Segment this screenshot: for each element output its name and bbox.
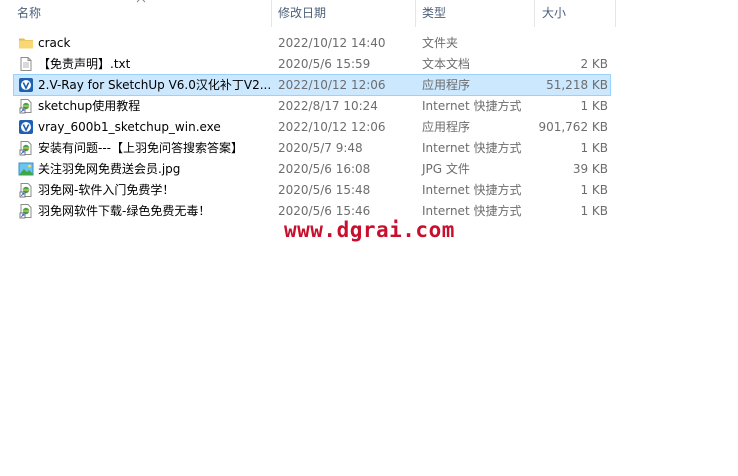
file-name: 关注羽免网免费送会员.jpg: [38, 162, 181, 176]
internet-shortcut-icon: [18, 203, 34, 219]
column-divider[interactable]: [271, 0, 272, 27]
file-type: 应用程序: [422, 120, 471, 134]
vray-app-icon: [18, 77, 34, 93]
file-name: vray_600b1_sketchup_win.exe: [38, 120, 221, 134]
file-modified-date: 2020/5/7 9:48: [278, 141, 363, 155]
file-name: 羽免网软件下载-绿色免费无毒！: [38, 204, 211, 218]
column-modified-header[interactable]: 修改日期: [278, 0, 326, 27]
folder-icon: [18, 35, 34, 51]
column-type-header[interactable]: 类型: [422, 0, 446, 27]
text-file-icon: [18, 56, 34, 72]
internet-shortcut-icon: [18, 98, 34, 114]
file-modified-date: 2020/5/6 15:48: [278, 183, 371, 197]
file-name: 安装有问题---【上羽免问答搜索答案】: [38, 141, 243, 155]
column-name-header[interactable]: 名称: [17, 0, 41, 27]
file-type: Internet 快捷方式: [422, 183, 522, 197]
file-size: 1 KB: [580, 204, 608, 218]
file-modified-date: 2020/5/6 15:59: [278, 57, 371, 71]
file-name: 羽免网-软件入门免费学！: [38, 183, 175, 197]
column-header: 名称 修改日期 类型 大小: [0, 0, 738, 27]
file-type: 应用程序: [422, 78, 471, 92]
internet-shortcut-icon: [18, 140, 34, 156]
image-file-icon: [18, 161, 34, 177]
file-size: 1 KB: [580, 183, 608, 197]
file-size: 1 KB: [580, 141, 608, 155]
file-size: 51,218 KB: [546, 78, 608, 92]
file-name: 2.V-Ray for SketchUp V6.0汉化补丁V2...: [38, 78, 272, 92]
vray-app-icon: [18, 119, 34, 135]
file-row[interactable]: 【免责声明】.txt 2020/5/6 15:59 文本文档 2 KB: [14, 54, 610, 74]
column-divider[interactable]: [615, 0, 616, 27]
file-row[interactable]: 2.V-Ray for SketchUp V6.0汉化补丁V2... 2022/1…: [13, 74, 611, 96]
file-modified-date: 2022/10/12 12:06: [278, 120, 386, 134]
file-type: 文件夹: [422, 36, 459, 50]
column-divider[interactable]: [415, 0, 416, 27]
file-modified-date: 2022/10/12 12:06: [278, 78, 386, 92]
file-size: 2 KB: [580, 57, 608, 71]
file-modified-date: 2022/10/12 14:40: [278, 36, 386, 50]
file-size: 1 KB: [580, 99, 608, 113]
file-type: Internet 快捷方式: [422, 99, 522, 113]
file-row[interactable]: crack 2022/10/12 14:40 文件夹: [14, 33, 610, 53]
file-modified-date: 2022/8/17 10:24: [278, 99, 378, 113]
file-type: JPG 文件: [422, 162, 470, 176]
file-size: 901,762 KB: [538, 120, 608, 134]
file-row[interactable]: 安装有问题---【上羽免问答搜索答案】 2020/5/7 9:48 Internet…: [14, 138, 610, 158]
file-type: 文本文档: [422, 57, 471, 71]
column-size-header[interactable]: 大小: [542, 0, 566, 27]
file-name: sketchup使用教程: [38, 99, 141, 113]
column-divider[interactable]: [534, 0, 535, 27]
file-row[interactable]: vray_600b1_sketchup_win.exe 2022/10/12 12…: [14, 117, 610, 137]
file-name: 【免责声明】.txt: [38, 57, 131, 71]
file-row[interactable]: 羽免网-软件入门免费学！ 2020/5/6 15:48 Internet 快捷方式 1…: [14, 180, 610, 200]
sort-ascending-icon: [136, 0, 146, 3]
file-name: crack: [38, 36, 71, 50]
internet-shortcut-icon: [18, 182, 34, 198]
file-type: Internet 快捷方式: [422, 141, 522, 155]
watermark-text: www.dgrai.com: [284, 218, 455, 242]
file-size: 39 KB: [572, 162, 608, 176]
file-row[interactable]: sketchup使用教程 2022/8/17 10:24 Internet 快捷方式…: [14, 96, 610, 116]
file-modified-date: 2020/5/6 16:08: [278, 162, 371, 176]
file-row[interactable]: 关注羽免网免费送会员.jpg 2020/5/6 16:08 JPG 文件 39 KB: [14, 159, 610, 179]
